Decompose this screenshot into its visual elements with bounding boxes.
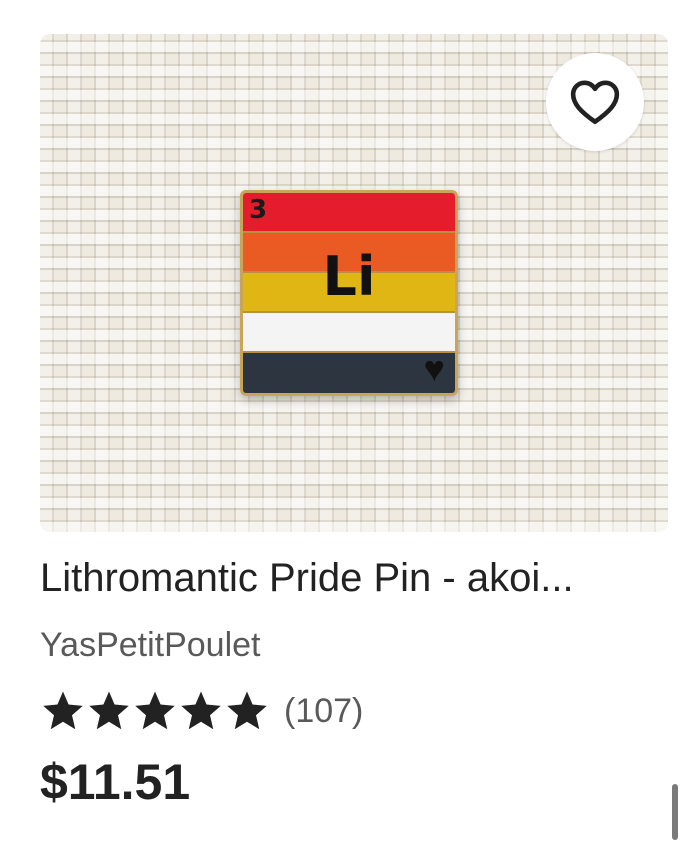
listing-card[interactable]: 3 Li ♥ Lithromantic Pride Pin - akoi... … <box>0 0 684 844</box>
star-icon <box>181 691 221 730</box>
scrollbar[interactable] <box>672 784 678 840</box>
product-title[interactable]: Lithromantic Pride Pin - akoi... <box>40 552 670 604</box>
price: $11.51 <box>40 754 191 810</box>
pin-atomic-number: 3 <box>249 195 268 225</box>
star-icon <box>89 691 129 730</box>
pin-image: 3 Li ♥ <box>240 190 458 396</box>
star-icon <box>43 691 83 730</box>
pin-element-symbol: Li <box>322 245 376 308</box>
favorite-button[interactable] <box>546 53 644 151</box>
pin-heart-icon: ♥ <box>423 348 445 389</box>
star-icon <box>135 691 175 730</box>
star-icon <box>227 691 267 730</box>
shop-name[interactable]: YasPetitPoulet <box>40 622 261 668</box>
star-rating <box>40 688 270 734</box>
heart-outline-icon <box>570 80 620 125</box>
rating-row: (107) <box>40 686 363 736</box>
review-count: (107) <box>284 691 364 730</box>
